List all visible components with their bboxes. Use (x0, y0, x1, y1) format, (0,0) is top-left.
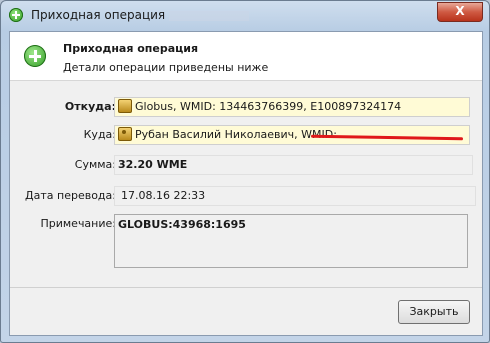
amount-label: Сумма: (74, 158, 116, 171)
add-icon (24, 45, 46, 67)
to-label: Куда: (83, 128, 116, 141)
from-value: Globus, WMID: 134463766399, E10089732417… (135, 100, 402, 113)
wallet-icon (118, 99, 132, 113)
amount-value: 32.20 WME (118, 158, 188, 171)
from-field[interactable]: Globus, WMID: 134463766399, E10089732417… (114, 97, 470, 117)
title-bar[interactable]: Приходная операция X (1, 1, 489, 31)
to-row: Куда: Рубан Василий Николаевич, WMID: (10, 125, 482, 145)
add-icon (9, 8, 23, 22)
date-field[interactable]: 17.08.16 22:33 (114, 186, 476, 206)
amount-row: Сумма: 32.20 WME (10, 155, 482, 175)
dialog-header: Приходная операция Детали операции приве… (10, 32, 482, 81)
date-value: 17.08.16 22:33 (121, 189, 206, 202)
amount-field[interactable]: 32.20 WME (114, 155, 473, 175)
note-value: GLOBUS:43968:1695 (118, 218, 246, 231)
close-button[interactable]: Закрыть (398, 300, 470, 324)
header-subtitle: Детали операции приведены ниже (63, 61, 269, 74)
person-icon (118, 127, 132, 141)
window-close-button[interactable]: X (437, 2, 483, 22)
window-title: Приходная операция (31, 8, 166, 22)
dialog-content: Приходная операция Детали операции приве… (9, 31, 483, 336)
dialog-window: Приходная операция X Приходная операция … (0, 0, 490, 343)
note-field[interactable]: GLOBUS:43968:1695 (114, 214, 468, 268)
header-title: Приходная операция (63, 42, 199, 55)
divider (10, 287, 482, 288)
date-label: Дата перевода: (25, 189, 116, 202)
from-label: Откуда: (64, 100, 116, 113)
to-field[interactable]: Рубан Василий Николаевич, WMID: (114, 125, 470, 145)
date-row: Дата перевода: 17.08.16 22:33 (10, 186, 482, 206)
background-ghost (169, 11, 249, 21)
from-row: Откуда: Globus, WMID: 134463766399, E100… (10, 97, 482, 117)
to-value: Рубан Василий Николаевич, WMID: (135, 128, 337, 141)
note-label: Примечание: (40, 217, 116, 230)
